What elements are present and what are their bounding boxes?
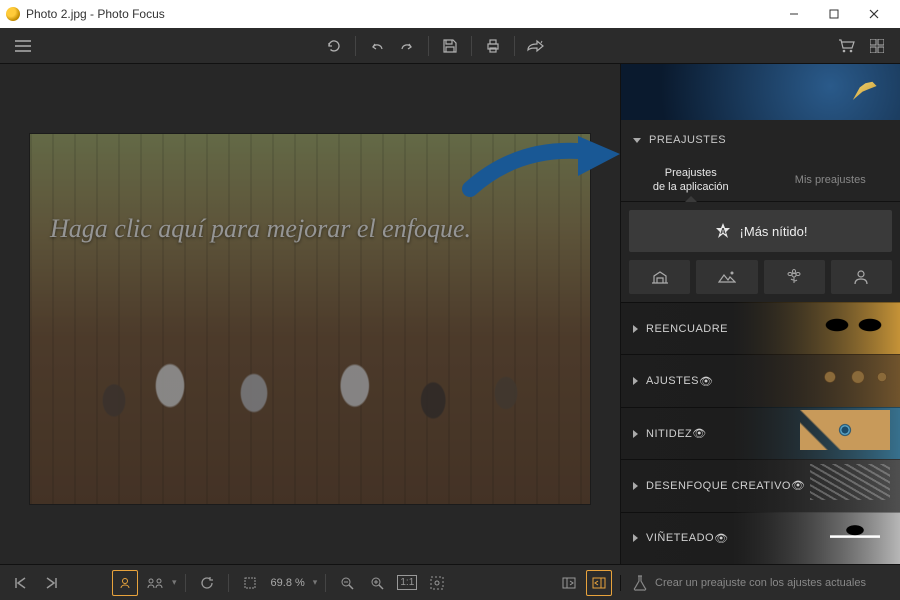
preset-cat-architecture[interactable]	[629, 260, 690, 294]
prev-image-button[interactable]	[8, 570, 34, 596]
person-icon	[853, 269, 869, 285]
titlebar: Photo 2.jpg - Photo Focus	[0, 0, 900, 28]
section-reencuadre-label: REENCUADRE	[646, 323, 728, 335]
flower-icon	[786, 269, 802, 285]
tab-app-presets-line1: Preajustes	[665, 167, 717, 180]
zoom-in-button[interactable]	[364, 570, 390, 596]
collapsed-sections: REENCUADRE AJUSTES 👁 NITIDEZ 👁 DESENFOQU…	[621, 302, 900, 564]
undo-button[interactable]	[362, 31, 392, 61]
eye-icon: 👁	[692, 427, 706, 440]
next-image-button[interactable]	[38, 570, 64, 596]
zoom-region-button[interactable]	[424, 570, 450, 596]
preset-sharper-button[interactable]: A ¡Más nítido!	[629, 210, 892, 252]
zoom-level-label: 69.8 %	[267, 577, 309, 589]
chevron-right-icon	[633, 534, 638, 542]
create-preset-label: Crear un preajuste con los ajustes actua…	[655, 577, 866, 589]
hint-overlay-text: Haga clic aquí para mejorar el enfoque.	[50, 214, 570, 244]
preset-cat-macro[interactable]	[764, 260, 825, 294]
eye-icon: 👁	[714, 532, 728, 545]
promo-banner[interactable]	[621, 64, 900, 120]
zoom-fit-button[interactable]	[237, 570, 263, 596]
panel-toggle-right-button[interactable]	[586, 570, 612, 596]
tab-my-presets-label: Mis preajustes	[795, 174, 866, 187]
landscape-icon	[718, 270, 736, 284]
presets-section-header[interactable]: PREAJUSTES	[621, 120, 900, 160]
view-single-button[interactable]	[112, 570, 138, 596]
print-button[interactable]	[478, 31, 508, 61]
preset-tabs: Preajustes de la aplicación Mis preajust…	[621, 160, 900, 202]
save-button[interactable]	[435, 31, 465, 61]
menu-button[interactable]	[8, 31, 38, 61]
section-ajustes[interactable]: AJUSTES 👁	[621, 354, 900, 406]
create-preset-button[interactable]: Crear un preajuste con los ajustes actua…	[620, 575, 900, 591]
photo-preview[interactable]: Haga clic aquí para mejorar el enfoque.	[30, 134, 590, 504]
sidebar: PREAJUSTES Preajustes de la aplicación M…	[620, 64, 900, 564]
window-title: Photo 2.jpg - Photo Focus	[26, 7, 165, 21]
canvas-area[interactable]: Haga clic aquí para mejorar el enfoque.	[0, 64, 620, 564]
grid-view-button[interactable]	[862, 31, 892, 61]
section-nitidez-label: NITIDEZ	[646, 428, 692, 440]
section-desenfoque[interactable]: DESENFOQUE CREATIVO 👁	[621, 459, 900, 511]
section-ajustes-label: AJUSTES	[646, 375, 699, 387]
chevron-right-icon	[633, 377, 638, 385]
section-vineteado-label: VIÑETEADO	[646, 532, 714, 544]
eye-icon: 👁	[699, 375, 713, 388]
section-vineteado[interactable]: VIÑETEADO 👁	[621, 512, 900, 564]
preset-cat-landscape[interactable]	[696, 260, 757, 294]
eye-icon: 👁	[791, 479, 805, 492]
presets-header-label: PREAJUSTES	[649, 134, 726, 146]
minimize-button[interactable]	[774, 0, 814, 28]
tab-app-presets-line2: de la aplicación	[653, 181, 729, 194]
chevron-right-icon	[633, 430, 638, 438]
redo-button[interactable]	[392, 31, 422, 61]
zoom-out-button[interactable]	[334, 570, 360, 596]
cart-button[interactable]	[832, 31, 862, 61]
rotate-button[interactable]	[194, 570, 220, 596]
tab-app-presets[interactable]: Preajustes de la aplicación	[621, 160, 761, 201]
close-button[interactable]	[854, 0, 894, 28]
chevron-right-icon	[633, 325, 638, 333]
tab-my-presets[interactable]: Mis preajustes	[761, 160, 900, 201]
svg-text:A: A	[720, 227, 726, 236]
app-icon	[6, 7, 20, 21]
auto-icon: A	[714, 222, 732, 240]
building-icon	[651, 270, 669, 284]
undo-history-button[interactable]	[319, 31, 349, 61]
top-toolbar	[0, 28, 900, 64]
section-nitidez[interactable]: NITIDEZ 👁	[621, 407, 900, 459]
chevron-right-icon	[633, 482, 638, 490]
preset-cat-portrait[interactable]	[831, 260, 892, 294]
flask-icon	[633, 575, 647, 591]
chevron-down-icon	[633, 138, 641, 143]
section-reencuadre[interactable]: REENCUADRE	[621, 302, 900, 354]
statusbar: ▾ 69.8 % ▾ 1:1 Crear un preajuste con lo…	[0, 564, 900, 600]
view-compare-button[interactable]	[142, 570, 168, 596]
preset-category-row	[621, 260, 900, 302]
panel-toggle-left-button[interactable]	[556, 570, 582, 596]
workspace: Haga clic aquí para mejorar el enfoque. …	[0, 64, 900, 564]
share-button[interactable]	[521, 31, 551, 61]
section-desenfoque-label: DESENFOQUE CREATIVO	[646, 480, 791, 492]
maximize-button[interactable]	[814, 0, 854, 28]
preset-sharper-label: ¡Más nítido!	[740, 224, 808, 239]
zoom-100-button[interactable]: 1:1	[394, 570, 420, 596]
